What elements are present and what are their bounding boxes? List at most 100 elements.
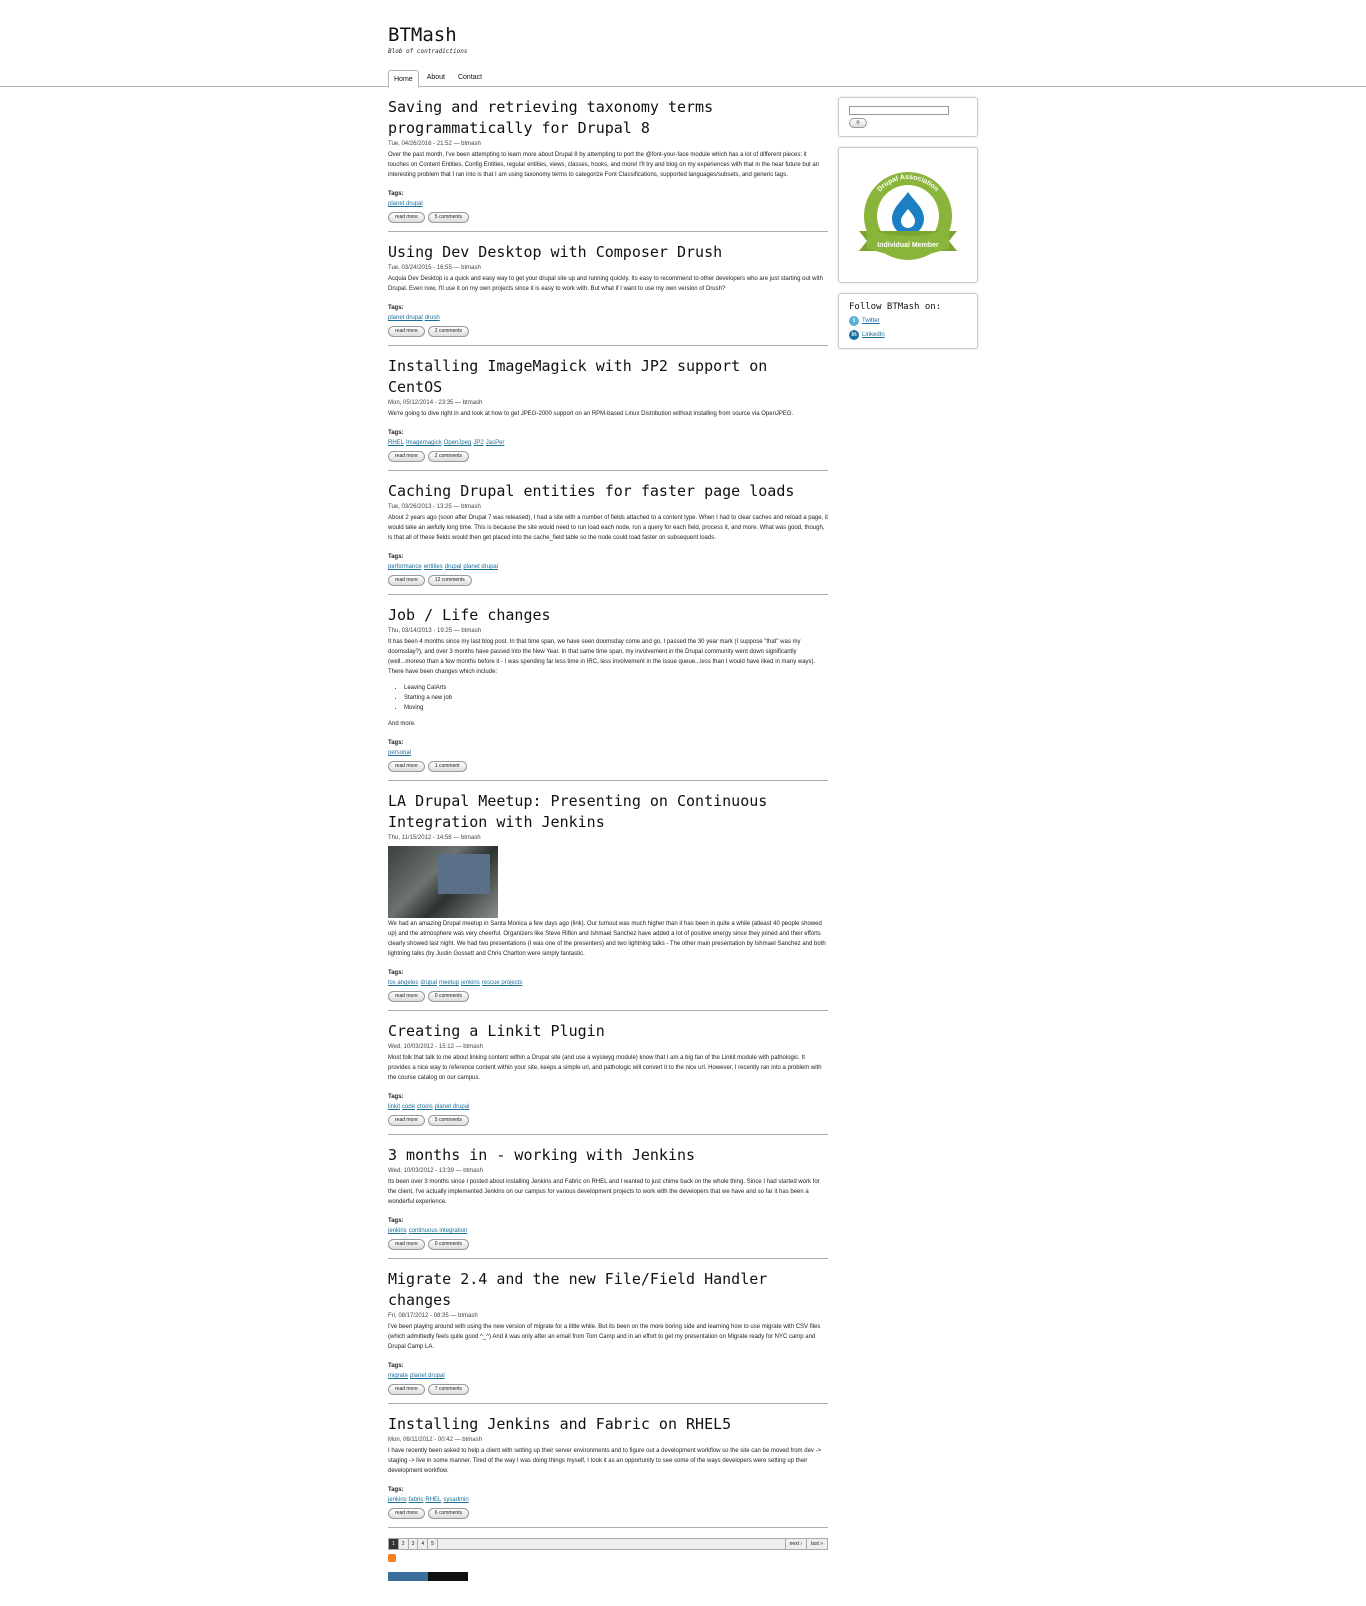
tag-link[interactable]: fabric xyxy=(409,1497,424,1503)
comments-button[interactable]: 5 comments xyxy=(427,1115,470,1126)
follow-linkedin[interactable]: in LinkedIn xyxy=(849,330,967,340)
pager-last[interactable]: last » xyxy=(806,1539,827,1549)
tag-link[interactable]: drush xyxy=(425,315,440,321)
license-badge[interactable] xyxy=(388,1572,468,1581)
post-meta: Tue, 03/26/2013 - 13:25 — btmash xyxy=(388,504,481,510)
tag-link[interactable]: personal xyxy=(388,750,411,756)
tags-label: Tags: xyxy=(388,1363,404,1369)
tag-link[interactable]: jenkins xyxy=(388,1228,407,1234)
pager: 1 2 3 4 5 next › last » xyxy=(388,1538,828,1550)
read-more-button[interactable]: read more xyxy=(388,1115,425,1126)
drupal-association-badge[interactable]: Drupal Association Individual Member xyxy=(849,156,967,274)
comments-button[interactable]: 5 comments xyxy=(427,212,470,223)
tag-link[interactable]: continuous integration xyxy=(409,1228,468,1234)
post-title[interactable]: Migrate 2.4 and the new File/Field Handl… xyxy=(388,1269,828,1311)
tag-link[interactable]: ctools xyxy=(417,1104,433,1110)
read-more-button[interactable]: read more xyxy=(388,1239,425,1250)
post-title[interactable]: Creating a Linkit Plugin xyxy=(388,1021,828,1042)
tag-link[interactable]: RHEL xyxy=(425,1497,441,1503)
search-button[interactable]: ⚲ xyxy=(849,118,867,128)
read-more-button[interactable]: read more xyxy=(388,326,425,337)
post-tags: linkit code ctools planet drupal xyxy=(388,1102,828,1112)
post-tags: planet drupal xyxy=(388,199,828,209)
pager-next[interactable]: next › xyxy=(784,1539,807,1549)
read-more-button[interactable]: read more xyxy=(388,1384,425,1395)
tag-link[interactable]: drupal xyxy=(445,564,462,570)
pager-page-3[interactable]: 3 xyxy=(409,1539,419,1549)
tab-contact[interactable]: Contact xyxy=(453,69,487,87)
read-more-button[interactable]: read more xyxy=(388,212,425,223)
post-body: I have recently been asked to help a cli… xyxy=(388,1448,822,1474)
tag-link[interactable]: entities xyxy=(424,564,443,570)
tag-link[interactable]: meetup xyxy=(439,980,459,986)
tag-link[interactable]: Imagemagick xyxy=(406,440,442,446)
read-more-button[interactable]: read more xyxy=(388,575,425,586)
linkedin-link[interactable]: LinkedIn xyxy=(862,330,885,340)
comments-button[interactable]: 0 comments xyxy=(427,991,470,1002)
read-more-button[interactable]: read more xyxy=(388,1508,425,1519)
tag-link[interactable]: migrate xyxy=(388,1373,408,1379)
post: Installing Jenkins and Fabric on RHEL5 Mo… xyxy=(388,1414,828,1528)
tab-about[interactable]: About xyxy=(422,69,450,87)
comments-button[interactable]: 12 comments xyxy=(427,575,472,586)
post-title[interactable]: Saving and retrieving taxonomy terms pro… xyxy=(388,97,828,139)
post-meta: Tue, 04/26/2016 - 21:52 — btmash xyxy=(388,141,481,147)
comments-button[interactable]: 0 comments xyxy=(427,1239,470,1250)
read-more-button[interactable]: read more xyxy=(388,451,425,462)
search-block: ⚲ xyxy=(838,97,978,137)
post-title[interactable]: Installing Jenkins and Fabric on RHEL5 xyxy=(388,1414,828,1435)
pager-page-1[interactable]: 1 xyxy=(389,1539,399,1549)
tag-link[interactable]: performance xyxy=(388,564,422,570)
rss-feed-icon[interactable] xyxy=(388,1554,396,1562)
comments-button[interactable]: 2 comments xyxy=(427,326,470,337)
follow-twitter[interactable]: t Twitter xyxy=(849,316,967,326)
post-links: read more 2 comments xyxy=(388,451,828,462)
read-more-button[interactable]: read more xyxy=(388,991,425,1002)
tag-link[interactable]: OpenJpeg xyxy=(444,440,472,446)
pager-page-5[interactable]: 5 xyxy=(428,1539,438,1549)
comments-button[interactable]: 6 comments xyxy=(427,1508,470,1519)
tab-home[interactable]: Home xyxy=(388,70,419,88)
post-title[interactable]: Using Dev Desktop with Composer Drush xyxy=(388,242,828,263)
tag-link[interactable]: linkit xyxy=(388,1104,400,1110)
post-links: read more 7 comments xyxy=(388,1384,828,1395)
post-tags: RHEL Imagemagick OpenJpeg JP2 JasPer xyxy=(388,438,828,448)
comments-button[interactable]: 2 comments xyxy=(427,451,470,462)
tag-link[interactable]: planet drupal xyxy=(388,201,423,207)
tag-link[interactable]: planet drupal xyxy=(463,564,498,570)
tag-link[interactable]: planet drupal xyxy=(388,315,423,321)
tag-link[interactable]: RHEL xyxy=(388,440,404,446)
post-tags: jenkins fabric RHEL sysadmin xyxy=(388,1495,828,1505)
tag-link[interactable]: rescue projects xyxy=(482,980,523,986)
post-title[interactable]: 3 months in - working with Jenkins xyxy=(388,1145,828,1166)
tag-link[interactable]: code xyxy=(402,1104,415,1110)
tag-link[interactable]: drupal xyxy=(420,980,437,986)
search-input[interactable] xyxy=(849,106,949,115)
tag-link[interactable]: JP2 xyxy=(473,440,483,446)
post: Job / Life changes Thu, 03/14/2013 - 19:2… xyxy=(388,605,828,781)
tag-link[interactable]: sysadmin xyxy=(443,1497,468,1503)
pager-page-4[interactable]: 4 xyxy=(418,1539,429,1549)
post-links: read more 6 comments xyxy=(388,1508,828,1519)
twitter-link[interactable]: Twitter xyxy=(862,316,880,326)
meetup-photo xyxy=(388,846,498,918)
site-name[interactable]: BTMash xyxy=(388,22,457,48)
post-body: Most folk that talk to me about linking … xyxy=(388,1055,822,1081)
tag-link[interactable]: planet drupal xyxy=(435,1104,470,1110)
comments-button[interactable]: 1 comment xyxy=(427,761,467,772)
tag-link[interactable]: jenkins xyxy=(461,980,480,986)
post-body: I've been playing around with using the … xyxy=(388,1324,821,1350)
post-meta: Wed, 10/03/2012 - 13:39 — btmash xyxy=(388,1168,483,1174)
tag-link[interactable]: los angeles xyxy=(388,980,418,986)
tag-link[interactable]: JasPer xyxy=(486,440,505,446)
post-title[interactable]: Caching Drupal entities for faster page … xyxy=(388,481,828,502)
post: Caching Drupal entities for faster page … xyxy=(388,481,828,595)
post-title[interactable]: LA Drupal Meetup: Presenting on Continuo… xyxy=(388,791,828,833)
read-more-button[interactable]: read more xyxy=(388,761,425,772)
post-title[interactable]: Job / Life changes xyxy=(388,605,828,626)
tag-link[interactable]: planet drupal xyxy=(410,1373,445,1379)
comments-button[interactable]: 7 comments xyxy=(427,1384,470,1395)
post-title[interactable]: Installing ImageMagick with JP2 support … xyxy=(388,356,828,398)
pager-page-2[interactable]: 2 xyxy=(399,1539,409,1549)
tag-link[interactable]: jenkins xyxy=(388,1497,407,1503)
